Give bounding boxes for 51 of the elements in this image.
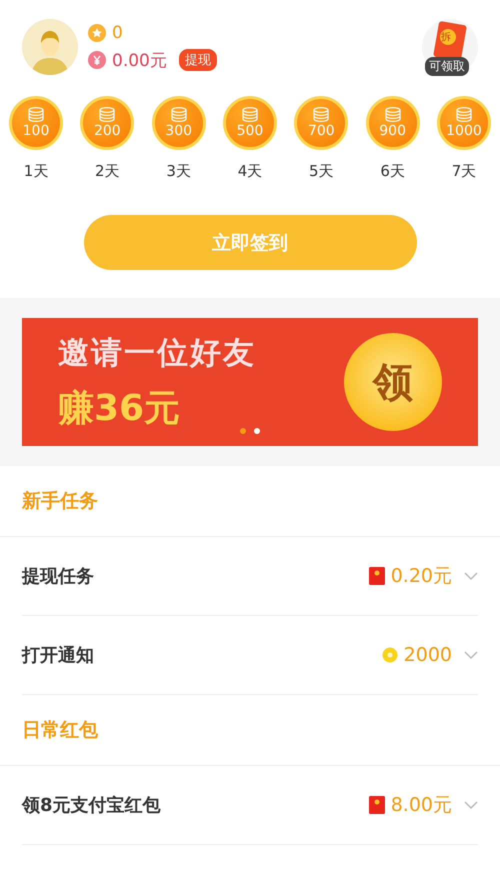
day-label: 1天 — [24, 162, 48, 181]
reward-amount: 0.20元 — [390, 564, 452, 589]
coin-stack-icon — [170, 107, 188, 123]
envelope-glyph: 拆 — [441, 30, 451, 44]
balance-amount: 0.00元 — [112, 50, 167, 72]
coin-stack-icon — [312, 107, 330, 123]
claim-badge: 可领取 — [425, 57, 469, 76]
task-label: 提现任务 — [22, 565, 95, 588]
coin-amount: 1000 — [446, 123, 482, 139]
coin-icon — [382, 646, 398, 664]
chevron-down-icon — [464, 800, 478, 810]
coin-stack-icon — [240, 107, 259, 123]
section-title: 日常红包 — [0, 695, 500, 766]
day-label: 3天 — [166, 162, 191, 181]
yen-icon — [88, 51, 106, 69]
claim-coin[interactable]: 领 — [344, 333, 442, 431]
coin-amount: 300 — [165, 123, 192, 139]
coin-count: 0 — [112, 22, 123, 42]
banner-headline: 邀请一位好友 — [58, 334, 256, 372]
avatar-icon — [22, 19, 78, 75]
coin-stack-icon — [27, 107, 45, 123]
reward-amount: 2000 — [404, 644, 452, 666]
chevron-down-icon — [464, 650, 478, 660]
coin-amount: 100 — [22, 123, 50, 139]
day-label: 6天 — [380, 162, 405, 181]
task-label: 打开通知 — [22, 644, 95, 667]
star-coin-icon — [88, 24, 106, 42]
day-label: 5天 — [309, 162, 334, 181]
day-label: 2天 — [95, 162, 120, 181]
envelope-icon — [368, 567, 385, 585]
chevron-down-icon — [464, 571, 478, 581]
withdraw-button[interactable]: 提现 — [178, 49, 217, 71]
coin-stack-icon — [384, 107, 402, 123]
bonus-button[interactable]: 拆 可领取 — [422, 19, 478, 75]
banner-reward-verb: 赚 — [58, 386, 94, 430]
task-label: 领8元支付宝红包 — [22, 794, 162, 817]
carousel-dot[interactable] — [254, 428, 260, 434]
section-title: 新手任务 — [0, 466, 500, 537]
day-label: 7天 — [452, 162, 476, 181]
carousel-dot[interactable] — [240, 428, 246, 434]
coin-amount: 900 — [379, 123, 406, 139]
coin-stack-icon — [98, 107, 116, 123]
banner-reward-amount: 36元 — [94, 386, 180, 430]
coin-amount: 700 — [308, 123, 335, 139]
envelope-icon — [368, 796, 385, 814]
coin-amount: 200 — [94, 123, 121, 139]
reward-amount: 8.00元 — [390, 793, 452, 818]
coin-amount: 500 — [236, 123, 264, 139]
day-label: 4天 — [238, 162, 262, 181]
coin-stack-icon — [454, 107, 473, 123]
invite-banner[interactable]: 邀请一位好友 赚36元 领 — [22, 318, 478, 446]
